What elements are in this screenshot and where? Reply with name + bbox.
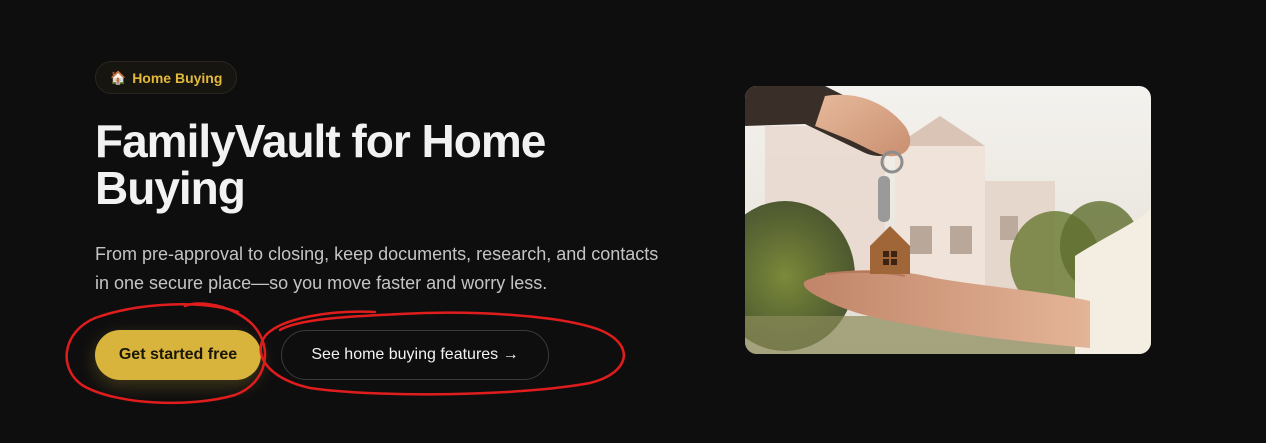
subtitle-line-2: in one secure place—so you move faster a… — [95, 273, 548, 293]
badge-label: Home Buying — [132, 69, 223, 86]
page-title: FamilyVault for Home Buying — [95, 118, 695, 212]
keychain-handoff-photo — [745, 86, 1151, 354]
title-line-2: Buying — [95, 162, 246, 214]
title-line-1: FamilyVault for Home — [95, 115, 546, 167]
get-started-button[interactable]: Get started free — [95, 330, 261, 380]
hero-subtitle: From pre-approval to closing, keep docum… — [95, 240, 715, 298]
hero-section: 🏠 Home Buying FamilyVault for Home Buyin… — [0, 0, 1266, 443]
hero-image — [745, 86, 1151, 354]
category-badge: 🏠 Home Buying — [95, 61, 238, 94]
subtitle-line-1: From pre-approval to closing, keep docum… — [95, 244, 659, 264]
house-icon: 🏠 — [110, 70, 127, 85]
see-features-button[interactable]: See home buying features → — [281, 330, 549, 380]
